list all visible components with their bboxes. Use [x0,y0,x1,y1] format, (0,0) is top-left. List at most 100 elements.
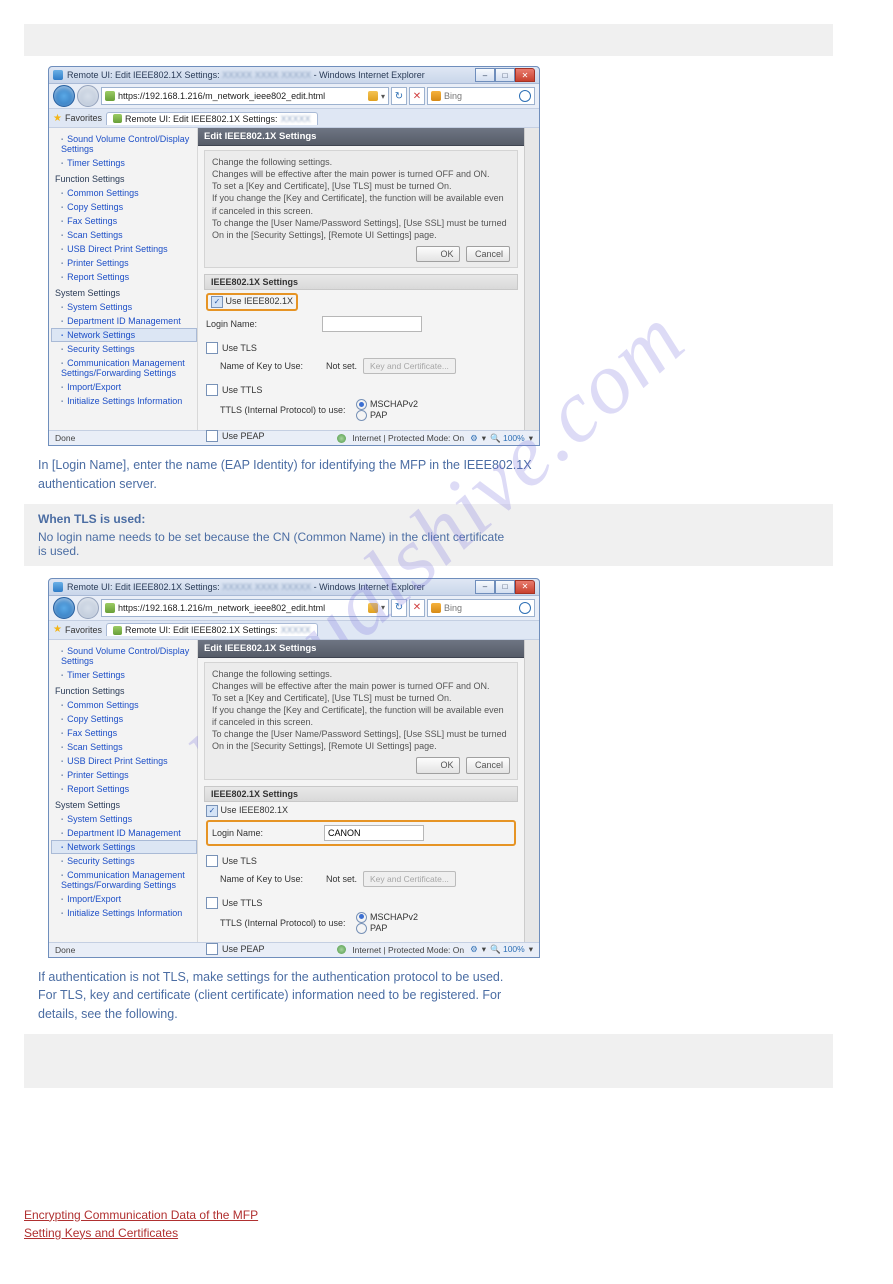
panel-heading: Edit IEEE802.1X Settings [198,640,524,658]
dropdown-arrow-icon[interactable]: ▾ [381,92,385,101]
back-button[interactable] [53,85,75,107]
sidebar-item-network[interactable]: Network Settings [51,328,197,342]
sidebar-item-timer[interactable]: Timer Settings [51,668,197,682]
window-maximize-button[interactable]: □ [495,580,515,594]
sidebar-item-init[interactable]: Initialize Settings Information [51,906,197,920]
sidebar-item-impexp[interactable]: Import/Export [51,380,197,394]
login-name-input[interactable] [324,825,424,841]
checkbox-checked-icon [211,296,223,308]
sidebar-item-system[interactable]: System Settings [51,300,197,314]
sidebar-item-impexp[interactable]: Import/Export [51,892,197,906]
settings-sidebar: Sound Volume Control/Display Settings Ti… [49,640,198,942]
bottom-links: Encrypting Communication Data of the MFP… [24,1208,833,1240]
stop-button[interactable]: ✕ [409,87,425,105]
sidebar-item-copy[interactable]: Copy Settings [51,712,197,726]
sidebar-item-dept[interactable]: Department ID Management [51,314,197,328]
sidebar-item-usb[interactable]: USB Direct Print Settings [51,754,197,768]
link-encrypting[interactable]: Encrypting Communication Data of the MFP [24,1208,833,1222]
address-bar[interactable]: https://192.168.1.216/m_network_ieee802_… [101,599,389,617]
login-name-label: Login Name: [206,319,316,329]
checkbox-icon [206,342,218,354]
use-ttls-checkbox[interactable]: Use TTLS [206,384,262,396]
browser-tab[interactable]: Remote UI: Edit IEEE802.1X Settings: XXX… [106,112,318,125]
radio-pap[interactable]: PAP [356,923,418,934]
sidebar-item-comm[interactable]: Communication Management Settings/Forwar… [51,868,197,892]
search-icon[interactable] [519,602,531,614]
sidebar-item-dept[interactable]: Department ID Management [51,826,197,840]
cancel-button[interactable]: Cancel [466,757,510,773]
stop-button[interactable]: ✕ [409,599,425,617]
search-icon[interactable] [519,90,531,102]
ok-button[interactable]: OK [416,757,460,773]
sidebar-item-usb[interactable]: USB Direct Print Settings [51,242,197,256]
sidebar-item-scan[interactable]: Scan Settings [51,228,197,242]
ok-button[interactable]: OK [416,246,460,262]
nav-toolbar: https://192.168.1.216/m_network_ieee802_… [49,596,539,621]
forward-button[interactable] [77,597,99,619]
refresh-button[interactable]: ↻ [391,87,407,105]
window-minimize-button[interactable]: – [475,580,495,594]
sidebar-item-fax[interactable]: Fax Settings [51,726,197,740]
window-close-button[interactable]: ✕ [515,68,535,82]
lock-icon [368,603,378,613]
sidebar-item-report[interactable]: Report Settings [51,782,197,796]
refresh-button[interactable]: ↻ [391,599,407,617]
sidebar-item-common[interactable]: Common Settings [51,186,197,200]
section-heading: IEEE802.1X Settings [204,274,518,290]
sidebar-item-printer[interactable]: Printer Settings [51,768,197,782]
lock-icon [368,91,378,101]
search-box[interactable]: Bing [427,599,535,617]
favorites-link[interactable]: ★Favorites [53,113,102,124]
use-peap-checkbox[interactable]: Use PEAP [206,430,265,442]
sidebar-item-scan[interactable]: Scan Settings [51,740,197,754]
main-pane: Edit IEEE802.1X Settings Change the foll… [198,640,524,942]
sidebar-item-security[interactable]: Security Settings [51,854,197,868]
search-box[interactable]: Bing [427,87,535,105]
radio-pap[interactable]: PAP [356,410,418,421]
sidebar-item-init[interactable]: Initialize Settings Information [51,394,197,408]
section-heading: IEEE802.1X Settings [204,786,518,802]
favorites-link[interactable]: ★Favorites [53,624,102,635]
window-maximize-button[interactable]: □ [495,68,515,82]
checkbox-icon [206,384,218,396]
vertical-scrollbar[interactable] [524,640,539,942]
key-cert-button[interactable]: Key and Certificate... [363,358,456,374]
vertical-scrollbar[interactable] [524,128,539,430]
browser-content: Sound Volume Control/Display Settings Ti… [49,128,539,430]
use-tls-checkbox[interactable]: Use TLS [206,342,257,354]
sidebar-item-system[interactable]: System Settings [51,812,197,826]
key-cert-button[interactable]: Key and Certificate... [363,871,456,887]
checkbox-icon [206,943,218,955]
forward-button[interactable] [77,85,99,107]
back-button[interactable] [53,597,75,619]
sidebar-item-printer[interactable]: Printer Settings [51,256,197,270]
url-text: https://192.168.1.216/m_network_ieee802_… [118,603,325,613]
sidebar-item-sound[interactable]: Sound Volume Control/Display Settings [51,132,197,156]
sidebar-item-network[interactable]: Network Settings [51,840,197,854]
browser-tab[interactable]: Remote UI: Edit IEEE802.1X Settings: XXX… [106,623,318,636]
tab-row: ★Favorites Remote UI: Edit IEEE802.1X Se… [49,109,539,128]
cancel-button[interactable]: Cancel [466,246,510,262]
sidebar-item-comm[interactable]: Communication Management Settings/Forwar… [51,356,197,380]
instruction-text-2: If authentication is not TLS, make setti… [38,968,833,1024]
use-ttls-checkbox[interactable]: Use TTLS [206,897,262,909]
link-keys-certs[interactable]: Setting Keys and Certificates [24,1226,833,1240]
use-8021x-checkbox[interactable]: Use IEEE802.1X [206,805,288,815]
address-bar[interactable]: https://192.168.1.216/m_network_ieee802_… [101,87,389,105]
sidebar-item-report[interactable]: Report Settings [51,270,197,284]
radio-mschap[interactable]: MSCHAPv2 [356,399,418,410]
sidebar-item-security[interactable]: Security Settings [51,342,197,356]
use-tls-checkbox[interactable]: Use TLS [206,855,257,867]
sidebar-item-timer[interactable]: Timer Settings [51,156,197,170]
sidebar-item-sound[interactable]: Sound Volume Control/Display Settings [51,644,197,668]
sidebar-item-common[interactable]: Common Settings [51,698,197,712]
radio-mschap[interactable]: MSCHAPv2 [356,912,418,923]
sidebar-item-fax[interactable]: Fax Settings [51,214,197,228]
dropdown-arrow-icon[interactable]: ▾ [381,603,385,612]
use-8021x-checkbox[interactable]: Use IEEE802.1X [211,296,293,306]
sidebar-item-copy[interactable]: Copy Settings [51,200,197,214]
window-minimize-button[interactable]: – [475,68,495,82]
use-peap-checkbox[interactable]: Use PEAP [206,943,265,955]
window-close-button[interactable]: ✕ [515,580,535,594]
login-name-input[interactable] [322,316,422,332]
